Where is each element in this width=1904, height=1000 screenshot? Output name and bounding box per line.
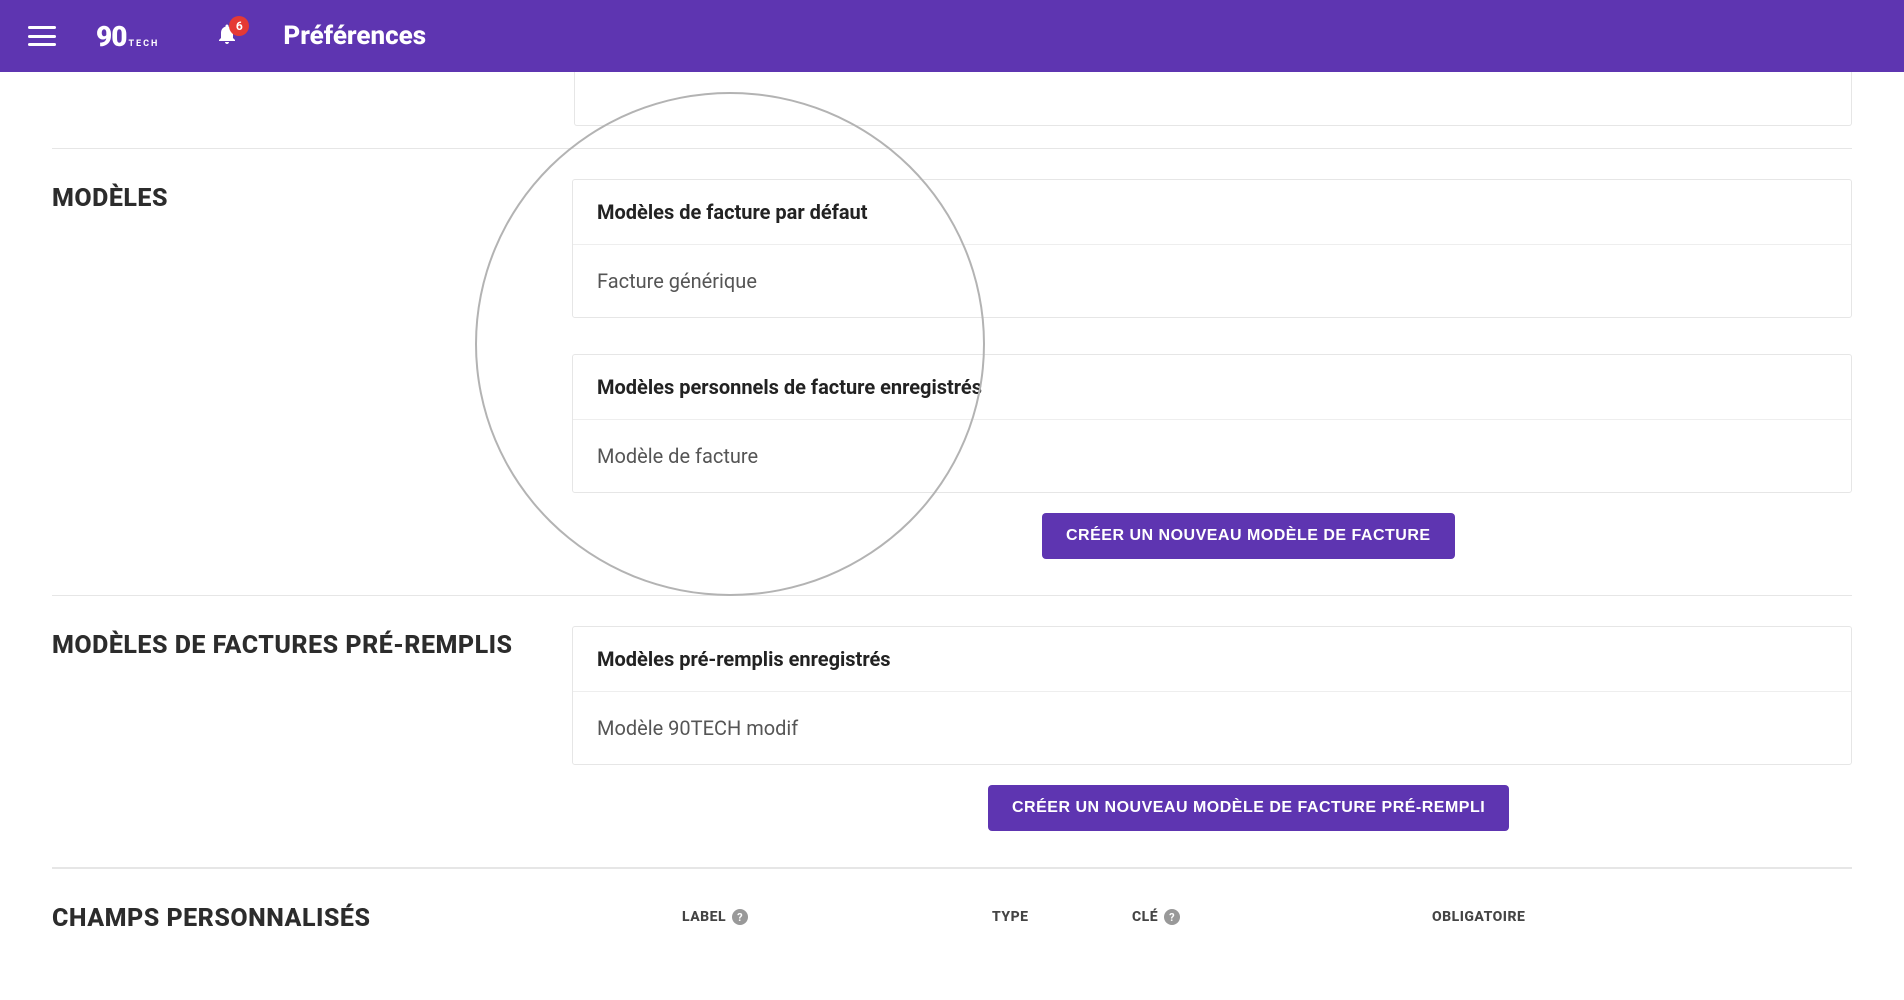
col-header-type: TYPE bbox=[992, 909, 1029, 925]
prefilled-templates-card: Modèles pré-remplis enregistrés Modèle 9… bbox=[572, 626, 1852, 765]
create-prefilled-template-button[interactable]: CRÉER UN NOUVEAU MODÈLE DE FACTURE PRÉ-R… bbox=[988, 785, 1509, 831]
logo-subtext: TECH bbox=[128, 39, 159, 49]
list-item-default-template[interactable]: Facture générique bbox=[597, 267, 1827, 295]
col-header-key: CLÉ bbox=[1132, 909, 1158, 925]
hamburger-icon[interactable] bbox=[28, 26, 56, 46]
section-title-champs: CHAMPS PERSONNALISÉS bbox=[52, 903, 572, 936]
help-icon[interactable]: ? bbox=[732, 909, 748, 925]
logo-mark: 90 bbox=[96, 20, 126, 53]
list-item-prefilled-template[interactable]: Modèle 90TECH modif bbox=[597, 714, 1827, 742]
card-title-personal-templates: Modèles personnels de facture enregistré… bbox=[573, 355, 1851, 420]
previous-section-card-bottom bbox=[574, 72, 1852, 126]
section-title-modeles: MODÈLES bbox=[52, 183, 572, 216]
notification-button[interactable]: 6 bbox=[215, 22, 239, 50]
card-title-default-templates: Modèles de facture par défaut bbox=[573, 180, 1851, 245]
create-invoice-template-button[interactable]: CRÉER UN NOUVEAU MODÈLE DE FACTURE bbox=[1042, 513, 1455, 559]
personal-invoice-templates-card: Modèles personnels de facture enregistré… bbox=[572, 354, 1852, 493]
page-title: Préférences bbox=[283, 21, 426, 51]
list-item-personal-template[interactable]: Modèle de facture bbox=[597, 442, 1827, 470]
default-invoice-templates-card: Modèles de facture par défaut Facture gé… bbox=[572, 179, 1852, 318]
notification-badge: 6 bbox=[229, 16, 249, 36]
help-icon[interactable]: ? bbox=[1164, 909, 1180, 925]
card-title-prefilled: Modèles pré-remplis enregistrés bbox=[573, 627, 1851, 692]
col-header-label: LABEL bbox=[682, 909, 726, 925]
app-logo[interactable]: 90 TECH bbox=[96, 20, 159, 53]
col-header-obligatoire: OBLIGATOIRE bbox=[1432, 909, 1525, 925]
section-title-preremplis: MODÈLES DE FACTURES PRÉ-REMPLIS bbox=[52, 630, 572, 663]
app-header: 90 TECH 6 Préférences bbox=[0, 0, 1904, 72]
